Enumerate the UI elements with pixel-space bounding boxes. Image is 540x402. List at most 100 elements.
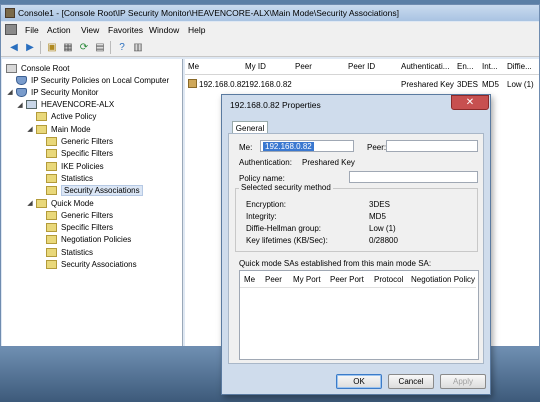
tree-item-label: Negotiation Policies (61, 235, 132, 245)
quick-mode-sas-label: Quick mode SAs established from this mai… (239, 259, 432, 268)
refresh-icon[interactable]: ⟳ (77, 41, 91, 54)
tree-item[interactable]: Specific Filters (36, 148, 113, 160)
security-association-icon (188, 79, 197, 88)
encryption-label: Encryption: (246, 200, 287, 209)
collapse-arrow-icon[interactable]: ◢ (26, 125, 34, 133)
tree-item[interactable]: Generic Filters (36, 209, 113, 221)
console-menu-icon[interactable] (5, 24, 17, 35)
tree-item[interactable]: Security Associations (36, 185, 143, 197)
column-header-peer[interactable]: Peer (295, 62, 312, 71)
folder-icon (46, 173, 57, 183)
window-title: Console1 - [Console Root\IP Security Mon… (18, 8, 399, 18)
menu-action[interactable]: Action (47, 25, 71, 35)
sa-column-peer-port[interactable]: Peer Port (330, 275, 364, 284)
export-icon[interactable]: ▤ (93, 41, 107, 54)
folder-icon (46, 223, 57, 233)
tree-item-label: IKE Policies (61, 161, 104, 171)
sa-column-protocol[interactable]: Protocol (374, 275, 403, 284)
tree-item[interactable]: ◢ HEAVENCORE-ALX (16, 99, 114, 111)
column-header-integrity[interactable]: Int... (482, 62, 498, 71)
tree-item[interactable]: ◢ Quick Mode (26, 197, 94, 209)
column-header-my-id[interactable]: My ID (245, 62, 266, 71)
key-lifetimes-label: Key lifetimes (KB/Sec): (246, 236, 328, 245)
tree-item[interactable]: Statistics (36, 246, 93, 258)
toolbar-separator (40, 41, 41, 54)
me-field[interactable]: 192.168.0.82 (260, 140, 354, 152)
collapse-arrow-icon[interactable]: ◢ (26, 199, 34, 207)
folder-icon (46, 247, 57, 257)
tree-item-label: Generic Filters (61, 137, 114, 146)
window-titlebar[interactable]: Console1 - [Console Root\IP Security Mon… (1, 5, 539, 21)
cell-my-id: 192.168.0.82 (245, 80, 292, 89)
ok-button[interactable]: OK (336, 374, 382, 389)
sa-column-my-port[interactable]: My Port (293, 275, 321, 284)
column-header-authentication[interactable]: Authenticati... (401, 62, 449, 71)
tree-item[interactable]: Active Policy (26, 111, 96, 123)
column-header-encryption[interactable]: En... (457, 62, 473, 71)
tree-item[interactable]: Statistics (36, 172, 93, 184)
tree-item-label: Specific Filters (61, 149, 114, 159)
toolbar: ◀ ▶ ▣ ▦ ⟳ ▤ ? ▥ (1, 38, 539, 57)
menubar: File Action View Favorites Window Help (1, 22, 539, 38)
cell-me[interactable]: 192.168.0.82 (199, 80, 246, 89)
back-arrow-icon[interactable]: ◀ (7, 41, 21, 54)
tree-item[interactable]: ◢ Main Mode (26, 123, 91, 135)
help-icon[interactable]: ? (115, 41, 129, 54)
tree-item[interactable]: Negotiation Policies (36, 234, 131, 246)
sa-header-divider (240, 287, 476, 288)
me-label: Me: (239, 143, 253, 152)
tree-item-label: Specific Filters (61, 223, 114, 233)
sa-column-me[interactable]: Me (244, 275, 255, 284)
folder-icon (46, 260, 57, 269)
menu-window[interactable]: Window (149, 25, 179, 35)
up-folder-icon[interactable]: ▣ (45, 41, 59, 54)
cell-authentication: Preshared Key (401, 80, 454, 89)
tree-item-label: Active Policy (51, 112, 97, 122)
collapse-arrow-icon[interactable]: ◢ (16, 101, 24, 109)
tree-item[interactable]: IKE Policies (36, 160, 104, 172)
menu-view[interactable]: View (81, 25, 99, 35)
collapse-arrow-icon[interactable]: ◢ (6, 88, 14, 96)
authentication-value: Preshared Key (302, 158, 355, 167)
column-header-me[interactable]: Me (188, 62, 199, 71)
tree-item-label: IP Security Monitor (31, 87, 99, 97)
tree-pane: Console Root IP Security Policies on Loc… (2, 59, 183, 346)
peer-field[interactable] (386, 140, 478, 152)
tree-item[interactable]: ◢ IP Security Monitor (6, 86, 98, 98)
menu-favorites[interactable]: Favorites (108, 25, 143, 35)
quick-mode-sa-table[interactable]: Me Peer My Port Peer Port Protocol Negot… (239, 270, 479, 360)
tree-item-console-root[interactable]: Console Root (6, 62, 69, 74)
column-header-peer-id[interactable]: Peer ID (348, 62, 375, 71)
tree-item[interactable]: Security Associations (36, 259, 137, 271)
policy-name-field[interactable] (349, 171, 478, 183)
close-icon[interactable]: ✕ (451, 95, 489, 110)
properties-icon[interactable]: ▥ (131, 41, 145, 54)
cell-encryption: 3DES (457, 80, 478, 89)
sa-column-negotiation-policy[interactable]: Negotiation Policy (411, 275, 475, 284)
folder-icon (46, 161, 57, 171)
console-app-icon (5, 8, 15, 18)
sa-column-peer[interactable]: Peer (265, 275, 282, 284)
menu-help[interactable]: Help (188, 25, 205, 35)
diffie-hellman-label: Diffie-Hellman group: (246, 224, 321, 233)
menu-file[interactable]: File (25, 25, 39, 35)
folder-icon (46, 210, 57, 220)
forward-arrow-icon[interactable]: ▶ (23, 41, 37, 54)
cell-diffie-hellman: Low (1) (507, 80, 534, 89)
folder-icon (46, 149, 57, 159)
cancel-button[interactable]: Cancel (388, 374, 434, 389)
tree-item[interactable]: Generic Filters (36, 136, 113, 148)
tree-item-label: Statistics (61, 247, 94, 257)
tree-item-label: HEAVENCORE-ALX (41, 100, 115, 110)
show-hide-tree-icon[interactable]: ▦ (61, 41, 75, 54)
column-header-diffie-hellman[interactable]: Diffie... (507, 62, 532, 71)
tree-item[interactable]: Specific Filters (36, 222, 113, 234)
tree-item[interactable]: IP Security Policies on Local Computer (6, 74, 169, 86)
apply-button[interactable]: Apply (440, 374, 486, 389)
